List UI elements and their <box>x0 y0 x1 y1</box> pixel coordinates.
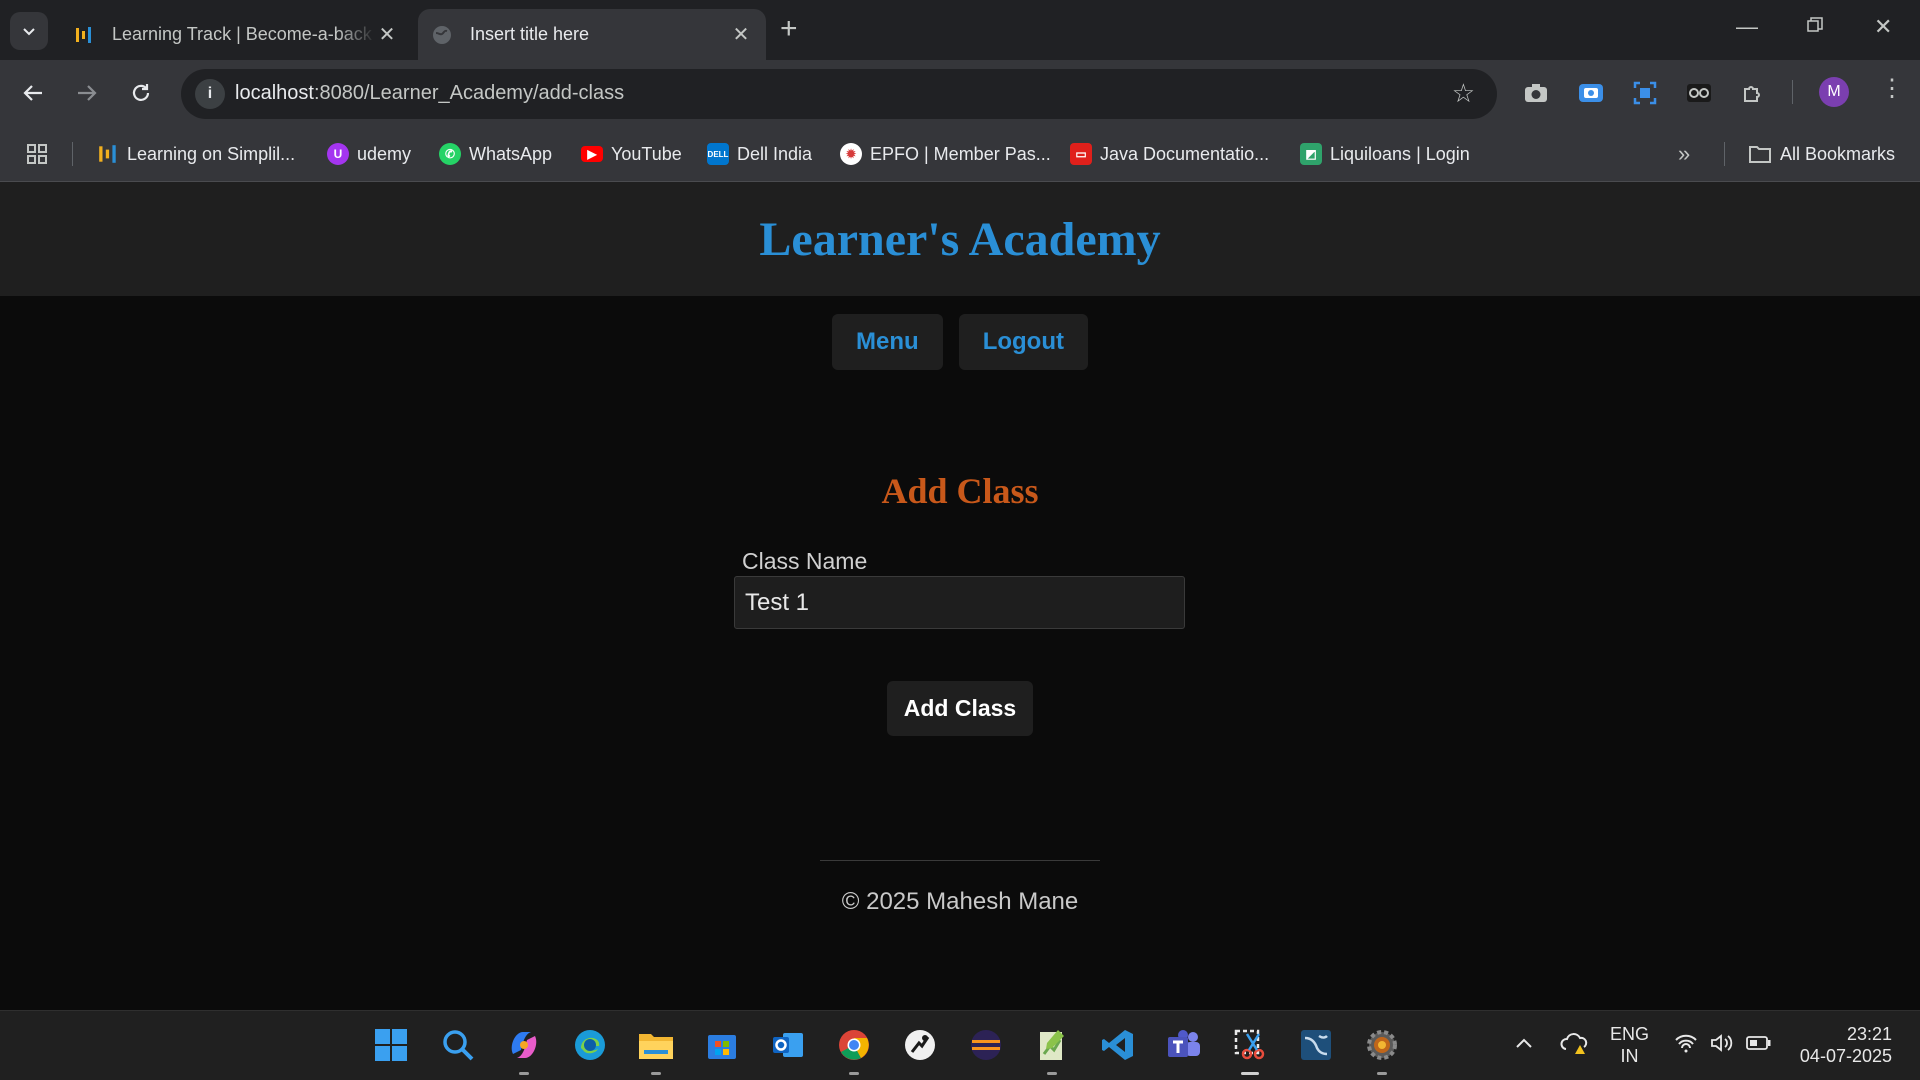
bookmark-star-icon[interactable]: ☆ <box>1452 78 1475 109</box>
camera-icon[interactable] <box>1522 79 1550 107</box>
battery-icon[interactable] <box>1746 1034 1772 1056</box>
close-icon[interactable]: ✕ <box>376 22 398 47</box>
browser-tab-strip: Learning Track | Become-a-back ✕ Insert … <box>0 0 1920 60</box>
menu-button[interactable]: Menu <box>832 314 943 370</box>
bookmark-liquiloans[interactable]: ◩ Liquiloans | Login <box>1300 140 1470 168</box>
chevron-down-icon <box>23 28 35 36</box>
site-info-icon[interactable]: i <box>195 79 225 109</box>
simplilearn-icon <box>99 145 116 163</box>
clock-date: 04-07-2025 <box>1799 1046 1892 1066</box>
glasses-extension-icon[interactable] <box>1685 79 1713 107</box>
taskbar: ENG IN 23:21 04-07-2025 <box>0 1010 1920 1080</box>
language-indicator[interactable]: ENG IN <box>1610 1023 1649 1067</box>
browser-toolbar: i localhost:8080/Learner_Academy/add-cla… <box>0 60 1920 128</box>
file-explorer-icon[interactable] <box>636 1025 676 1075</box>
minimize-icon[interactable]: — <box>1736 14 1758 40</box>
logout-button[interactable]: Logout <box>958 314 1088 370</box>
teams-icon[interactable] <box>1164 1025 1204 1065</box>
microsoft-store-icon[interactable] <box>702 1025 742 1065</box>
site-title: Learner's Academy <box>759 213 1161 266</box>
more-bookmarks-icon[interactable]: » <box>1678 140 1690 168</box>
clock[interactable]: 23:21 04-07-2025 <box>1796 1023 1892 1067</box>
tab-title: Insert title here <box>470 24 590 44</box>
bookmark-youtube[interactable]: ▶ YouTube <box>581 140 682 168</box>
footer-copyright: © 2025 Mahesh Mane <box>841 888 1079 915</box>
oracle-icon: ▭ <box>1070 143 1092 165</box>
back-arrow-icon[interactable] <box>18 78 48 108</box>
forward-arrow-icon[interactable] <box>72 78 102 108</box>
chrome-icon[interactable] <box>834 1025 874 1075</box>
bookmark-dell[interactable]: DELL Dell India <box>707 140 812 168</box>
all-bookmarks-button[interactable]: All Bookmarks <box>1748 140 1895 168</box>
reload-icon[interactable] <box>126 78 156 108</box>
address-bar[interactable]: i localhost:8080/Learner_Academy/add-cla… <box>181 69 1497 119</box>
liquiloans-icon: ◩ <box>1300 143 1322 165</box>
clock-time: 23:21 <box>1846 1024 1892 1044</box>
screen-recorder-icon[interactable] <box>1577 79 1605 107</box>
notepad-plus-icon[interactable] <box>1032 1025 1072 1075</box>
bookmark-udemy[interactable]: U udemy <box>327 140 411 168</box>
simplilearn-icon <box>76 26 91 43</box>
tab-title: Learning Track | Become-a-back <box>112 24 372 44</box>
screenshot-extension-icon[interactable] <box>1631 79 1659 107</box>
add-class-button[interactable]: Add Class <box>887 681 1033 736</box>
close-icon[interactable]: ✕ <box>730 22 752 47</box>
footer-divider <box>820 860 1100 861</box>
snipping-tool-icon[interactable] <box>1230 1025 1270 1075</box>
search-icon[interactable] <box>438 1025 478 1065</box>
bookmark-divider <box>1724 142 1725 166</box>
onedrive-warning-icon[interactable] <box>1560 1031 1590 1060</box>
copilot-icon[interactable] <box>504 1025 544 1075</box>
bookmark-java-docs[interactable]: ▭ Java Documentatio... <box>1070 140 1269 168</box>
youtube-icon: ▶ <box>581 146 603 162</box>
outlook-icon[interactable] <box>768 1025 808 1065</box>
windows-start-icon[interactable] <box>371 1025 411 1065</box>
eclipse-icon[interactable] <box>966 1025 1006 1065</box>
site-header: Learner's Academy <box>0 182 1920 296</box>
epfo-icon: ✹ <box>840 143 862 165</box>
tab-search-button[interactable] <box>10 12 48 50</box>
postman-icon[interactable] <box>900 1025 940 1065</box>
extensions-puzzle-icon[interactable] <box>1739 79 1767 107</box>
apps-grid-icon[interactable] <box>26 140 48 168</box>
bookmark-whatsapp[interactable]: ✆ WhatsApp <box>439 140 552 168</box>
folder-icon <box>1749 146 1771 163</box>
plus-icon[interactable]: + <box>780 14 798 44</box>
dell-icon: DELL <box>707 143 729 165</box>
udemy-icon: U <box>327 143 349 165</box>
close-window-icon[interactable]: ✕ <box>1874 14 1892 40</box>
form-title: Add Class <box>881 471 1039 511</box>
settings-gear-icon[interactable] <box>1362 1025 1402 1075</box>
class-name-input[interactable] <box>734 576 1185 629</box>
bookmark-epfo[interactable]: ✹ EPFO | Member Pas... <box>840 140 1051 168</box>
whatsapp-icon: ✆ <box>439 143 461 165</box>
tab-learning-track[interactable]: Learning Track | Become-a-back ✕ <box>60 9 412 60</box>
bookmark-divider <box>72 142 73 166</box>
wifi-icon[interactable] <box>1674 1033 1698 1058</box>
mysql-workbench-icon[interactable] <box>1296 1025 1336 1065</box>
edge-icon[interactable] <box>570 1025 610 1065</box>
bookmark-simplilearn[interactable]: Learning on Simplil... <box>97 140 295 168</box>
globe-icon <box>433 25 451 44</box>
class-name-label: Class Name <box>742 548 868 574</box>
show-hidden-icons-chevron-icon[interactable] <box>1514 1033 1534 1055</box>
profile-avatar[interactable]: M <box>1819 77 1849 107</box>
vscode-icon[interactable] <box>1098 1025 1138 1065</box>
volume-icon[interactable] <box>1710 1033 1734 1058</box>
url-text[interactable]: localhost:8080/Learner_Academy/add-class <box>235 82 624 105</box>
restore-icon[interactable] <box>1806 14 1824 40</box>
more-menu-icon[interactable]: ⋮ <box>1880 74 1904 103</box>
bookmarks-bar: Learning on Simplil... U udemy ✆ WhatsAp… <box>0 128 1920 182</box>
nav-buttons: Menu Logout <box>0 314 1920 370</box>
toolbar-divider <box>1792 80 1793 104</box>
tab-insert-title[interactable]: Insert title here ✕ <box>418 9 766 60</box>
